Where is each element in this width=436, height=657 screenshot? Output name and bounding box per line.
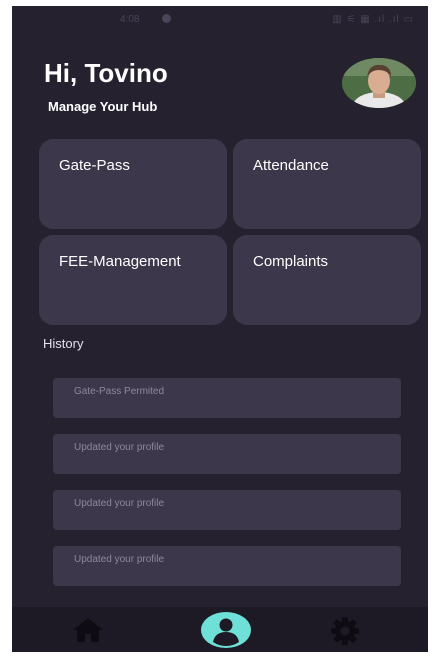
profile-icon (201, 612, 251, 648)
history-item-text: Updated your profile (74, 498, 165, 509)
card-label: Complaints (253, 253, 329, 270)
complaints-card[interactable]: Complaints (233, 235, 421, 325)
avatar[interactable] (342, 58, 416, 108)
history-item[interactable]: Updated your profile (53, 490, 401, 530)
app-screen: 4:08 ▥ ⚟ ▦ .ıl .ıl ▭ Hi, Tovino Manage Y… (12, 6, 428, 652)
card-label: FEE-Management (59, 253, 181, 270)
history-item-text: Updated your profile (74, 554, 165, 565)
history-item[interactable]: Gate-Pass Permited (53, 378, 401, 418)
status-time: 4:08 (120, 14, 140, 25)
avatar-photo-icon (342, 58, 416, 108)
history-item-text: Gate-Pass Permited (74, 386, 165, 397)
status-bar: 4:08 ▥ ⚟ ▦ .ıl .ıl ▭ (12, 6, 428, 32)
attendance-card[interactable]: Attendance (233, 139, 421, 229)
history-item-text: Updated your profile (74, 442, 165, 453)
history-title: History (43, 336, 84, 351)
history-item[interactable]: Updated your profile (53, 546, 401, 586)
gear-icon (331, 617, 359, 645)
nav-settings-button[interactable] (330, 616, 360, 646)
home-icon (73, 618, 103, 642)
gate-pass-card[interactable]: Gate-Pass (39, 139, 227, 229)
history-item[interactable]: Updated your profile (53, 434, 401, 474)
card-label: Attendance (253, 157, 329, 174)
subtitle: Manage Your Hub (48, 99, 158, 114)
bottom-nav (12, 607, 428, 652)
greeting-title: Hi, Tovino (44, 58, 168, 88)
fee-management-card[interactable]: FEE-Management (39, 235, 227, 325)
card-label: Gate-Pass (59, 157, 130, 174)
notification-dot-icon (162, 14, 171, 23)
nav-profile-button[interactable] (199, 611, 253, 649)
nav-home-button[interactable] (72, 617, 104, 643)
status-icons: ▥ ⚟ ▦ .ıl .ıl ▭ (332, 14, 414, 25)
